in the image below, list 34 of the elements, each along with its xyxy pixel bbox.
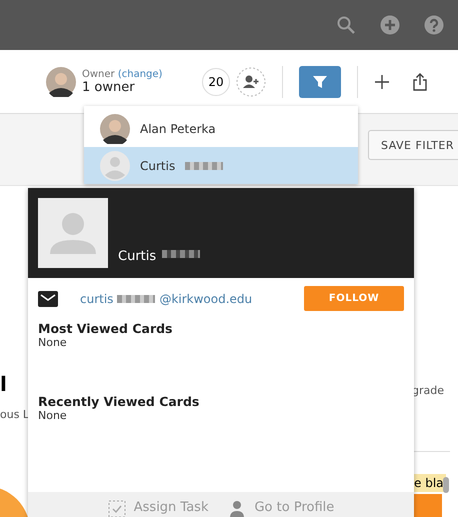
person-icon [228, 500, 246, 517]
help-icon[interactable] [424, 15, 444, 35]
scrollbar-thumb[interactable] [443, 477, 449, 493]
search-icon[interactable] [336, 15, 356, 35]
filter-icon [312, 74, 328, 90]
avatar-icon[interactable] [46, 66, 76, 96]
section-title: Recently Viewed Cards [38, 394, 200, 409]
owner-count: 20 [202, 68, 230, 96]
change-link[interactable]: (change) [118, 68, 162, 80]
plus-icon[interactable] [374, 74, 390, 90]
owner-option[interactable]: Alan Peterka [84, 110, 358, 147]
profile-name: Curtis [118, 249, 156, 264]
section-title: Most Viewed Cards [38, 321, 174, 336]
assign-task-link[interactable]: Assign Task [108, 500, 208, 517]
save-filter-button[interactable]: SAVE FILTER [368, 130, 458, 160]
mail-icon [38, 290, 58, 306]
profile-link[interactable]: Go to Profile [228, 500, 334, 517]
section-value: None [38, 336, 68, 349]
add-icon[interactable] [380, 15, 400, 35]
blurred-text [162, 250, 200, 258]
owner-label: Owner [82, 68, 115, 80]
owner-value: 1 owner [82, 80, 136, 94]
email-link[interactable]: curtis @kirkwood.edu [80, 292, 252, 306]
share-icon[interactable] [412, 72, 428, 90]
blurred-text [185, 162, 224, 170]
owner-option[interactable]: Curtis [84, 147, 358, 184]
card-strip [412, 494, 442, 517]
add-person-icon[interactable] [236, 66, 266, 96]
section-value: None [38, 409, 68, 422]
person-icon [38, 198, 108, 268]
heading-text: l [0, 372, 7, 396]
checkbox-icon [108, 500, 126, 517]
follow-button[interactable]: FOLLOW [304, 286, 404, 311]
filter-button[interactable] [299, 66, 341, 98]
